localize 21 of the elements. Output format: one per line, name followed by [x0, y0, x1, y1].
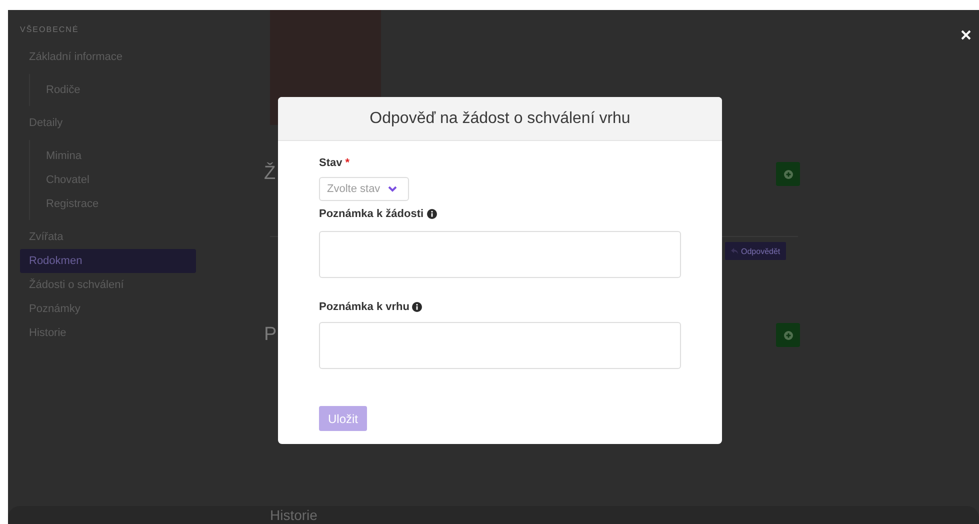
- required-mark: *: [345, 157, 350, 169]
- status-select[interactable]: Zvolte stav: [319, 177, 409, 201]
- note-field[interactable]: [319, 231, 681, 278]
- section-heading: P: [264, 324, 277, 346]
- field-label: Poznámka k vrhu: [319, 301, 410, 313]
- plus-icon: [784, 170, 792, 178]
- plus-icon: [784, 330, 792, 340]
- field-label: Stav: [319, 157, 342, 169]
- reply-button[interactable]: Odpovědět: [725, 242, 786, 260]
- section-heading: Ž: [264, 163, 276, 185]
- sidebar-item[interactable]: Rodokmen: [20, 249, 196, 273]
- field-label: Poznámka k žádosti: [319, 208, 424, 220]
- add-button[interactable]: [776, 162, 800, 186]
- close-icon: [961, 30, 971, 40]
- reply-icon: [731, 248, 738, 254]
- note-field[interactable]: [319, 322, 681, 369]
- section-label: VŠEOBECNÉ: [20, 24, 79, 36]
- add-button[interactable]: [776, 323, 800, 347]
- chevron-down-icon: [388, 186, 398, 192]
- section-heading: Historie: [270, 507, 318, 523]
- modal-title: Odpověď na žádost o schválení vrhu: [370, 110, 630, 128]
